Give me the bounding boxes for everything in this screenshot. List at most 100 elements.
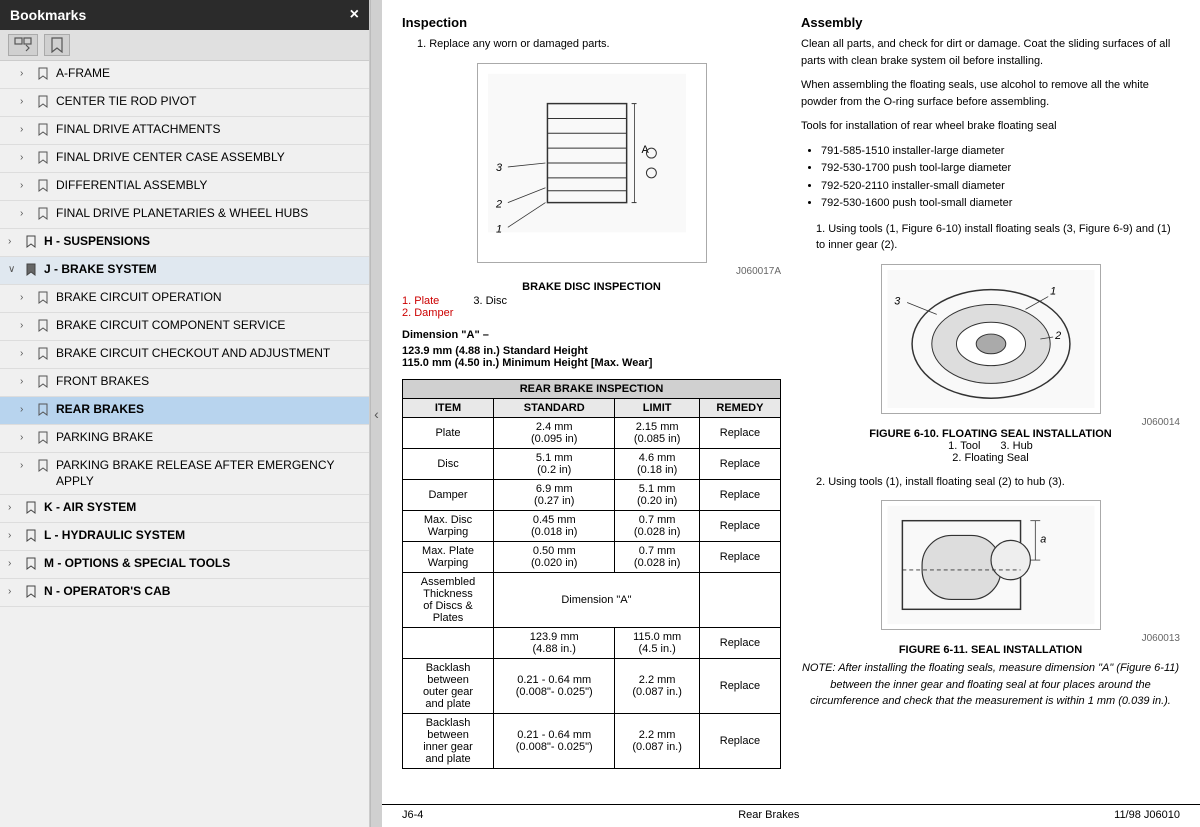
bookmark-icon [26,501,40,517]
expand-arrow: › [20,292,34,303]
bookmark-icon [38,151,52,167]
fig10-caption: FIGURE 6-10. FLOATING SEAL INSTALLATION [801,428,1180,440]
bullet-item: 791-585-1510 installer-large diameter [821,143,1180,161]
svg-text:a: a [1040,534,1046,546]
sidebar-item-parking-brake-release[interactable]: › PARKING BRAKE RELEASE AFTER EMERGENCY … [0,453,369,495]
col-header-remedy: REMEDY [699,398,780,417]
inspection-item-1: 1. Replace any worn or damaged parts. [417,36,781,53]
sidebar-item-final-drive-planetaries[interactable]: › FINAL DRIVE PLANETARIES & WHEEL HUBS [0,201,369,229]
bookmark-icon [38,207,52,223]
right-column: Assembly Clean all parts, and check for … [801,15,1180,779]
sidebar-item-brake-circuit-op[interactable]: › BRAKE CIRCUIT OPERATION [0,285,369,313]
sidebar-item-parking-brake[interactable]: › PARKING BRAKE [0,425,369,453]
sidebar-item-n-operators-cab[interactable]: › N - OPERATOR'S CAB [0,579,369,607]
fig10-items: 1. Tool 3. Hub [801,440,1180,452]
item-label: FRONT BRAKES [56,374,149,390]
item-label: M - OPTIONS & SPECIAL TOOLS [44,556,230,572]
expand-arrow: › [20,124,34,135]
assembly-step1: 1. Using tools (1, Figure 6-10) install … [816,221,1180,254]
expand-arrow: › [8,236,22,247]
svg-text:3: 3 [495,161,501,173]
item-label: L - HYDRAULIC SYSTEM [44,528,185,544]
table-row: AssembledThicknessof Discs &Plates Dimen… [403,572,781,627]
sidebar-item-k-air-system[interactable]: › K - AIR SYSTEM [0,495,369,523]
table-row: Backlashbetweenouter gearand plate 0.21 … [403,658,781,713]
sidebar-item-j-brake-system[interactable]: ∨ J - BRAKE SYSTEM [0,257,369,285]
svg-text:3: 3 [894,295,900,307]
inspection-section: Inspection 1. Replace any worn or damage… [402,15,781,53]
item-label: K - AIR SYSTEM [44,500,136,516]
sidebar-item-m-options[interactable]: › M - OPTIONS & SPECIAL TOOLS [0,551,369,579]
item-label: BRAKE CIRCUIT COMPONENT SERVICE [56,318,285,334]
bookmark-icon [38,347,52,363]
sidebar-item-differential[interactable]: › DIFFERENTIAL ASSEMBLY [0,173,369,201]
expand-arrow: › [20,208,34,219]
bookmark-icon [38,403,52,419]
dim-standard: 123.9 mm (4.88 in.) Standard Height [402,345,781,357]
toolbar-btn-2[interactable] [44,34,70,56]
main-content: Inspection 1. Replace any worn or damage… [382,0,1200,827]
sidebar-item-center-tie-rod[interactable]: › CENTER TIE ROD PIVOT [0,89,369,117]
expand-arrow: › [8,586,22,597]
dimension-a-section: Dimension "A" – 123.9 mm (4.88 in.) Stan… [402,329,781,369]
assembly-para1: Clean all parts, and check for dirt or d… [801,36,1180,69]
sidebar-title: Bookmarks [10,7,86,23]
figure-6-11-diagram: a J060013 FIGURE 6-11. SEAL INSTALLATION… [801,500,1180,710]
sidebar-item-final-drive-center[interactable]: › FINAL DRIVE CENTER CASE ASSEMBLY [0,145,369,173]
sidebar-item-final-drive-attach[interactable]: › FINAL DRIVE ATTACHMENTS [0,117,369,145]
sidebar-item-front-brakes[interactable]: › FRONT BRAKES [0,369,369,397]
table-row: Max. DiscWarping 0.45 mm(0.018 in) 0.7 m… [403,510,781,541]
collapse-arrow: ‹ [374,406,379,422]
svg-text:A: A [641,144,649,156]
bookmark-icon [26,585,40,601]
bookmark-icon [38,459,52,475]
svg-text:1: 1 [1050,285,1056,297]
expand-arrow: › [8,502,22,513]
brake-disc-svg: A 2 3 1 [477,63,707,263]
sidebar-list: › A-FRAME › CENTER TIE ROD PIVOT › FINAL… [0,61,369,827]
fig11-note: NOTE: After installing the floating seal… [801,660,1180,710]
expand-arrow: › [20,376,34,387]
sidebar-close-button[interactable]: × [350,6,359,24]
item-label: REAR BRAKES [56,402,144,418]
bookmark-icon [38,319,52,335]
sidebar-item-rear-brakes[interactable]: › REAR BRAKES [0,397,369,425]
diagram-label: J060017A [402,266,781,277]
expand-arrow: ∨ [8,264,22,275]
item-label: PARKING BRAKE RELEASE AFTER EMERGENCY AP… [56,458,361,489]
rear-brake-inspection-table: REAR BRAKE INSPECTION ITEM STANDARD LIMI… [402,379,781,769]
expand-arrow: › [20,460,34,471]
table-row: Backlashbetweeninner gearand plate 0.21 … [403,713,781,768]
figure-6-10-diagram: 3 1 2 J060014 FIGURE 6-10. FLOATING SEAL… [801,264,1180,464]
item-label: CENTER TIE ROD PIVOT [56,94,196,110]
figure-6-10-svg: 3 1 2 [881,264,1101,414]
assembly-para3: Tools for installation of rear wheel bra… [801,118,1180,135]
expand-arrow: › [20,432,34,443]
bullet-item: 792-520-2110 installer-small diameter [821,178,1180,196]
item-label: DIFFERENTIAL ASSEMBLY [56,178,207,194]
item-label: FINAL DRIVE PLANETARIES & WHEEL HUBS [56,206,308,222]
col-header-standard: STANDARD [494,398,615,417]
bookmark-icon [26,557,40,573]
collapse-handle[interactable]: ‹ [370,0,382,827]
dim-label: Dimension "A" – [402,329,781,341]
page-footer: J6-4 Rear Brakes 11/98 J06010 [382,804,1200,825]
table-row: Damper 6.9 mm(0.27 in) 5.1 mm(0.20 in) R… [403,479,781,510]
expand-arrow: › [8,530,22,541]
expand-arrow: › [20,152,34,163]
sidebar-item-brake-circuit-comp[interactable]: › BRAKE CIRCUIT COMPONENT SERVICE [0,313,369,341]
sidebar: Bookmarks × › A-FRAME › CENTER TIE ROD P… [0,0,370,827]
toolbar-btn-1[interactable] [8,34,38,56]
sidebar-item-h-suspensions[interactable]: › H - SUSPENSIONS [0,229,369,257]
col-header-limit: LIMIT [615,398,699,417]
item-label: N - OPERATOR'S CAB [44,584,170,600]
table-title: REAR BRAKE INSPECTION [403,379,781,398]
sidebar-header: Bookmarks × [0,0,369,30]
assembly-title: Assembly [801,15,1180,30]
diagram-caption: BRAKE DISC INSPECTION 1. Plate2. Damper … [402,281,781,319]
item-label: FINAL DRIVE CENTER CASE ASSEMBLY [56,150,285,166]
bookmark-icon [38,179,52,195]
sidebar-item-l-hydraulic-system[interactable]: › L - HYDRAULIC SYSTEM [0,523,369,551]
sidebar-item-a-frame[interactable]: › A-FRAME [0,61,369,89]
sidebar-item-brake-circuit-checkout[interactable]: › BRAKE CIRCUIT CHECKOUT AND ADJUSTMENT [0,341,369,369]
